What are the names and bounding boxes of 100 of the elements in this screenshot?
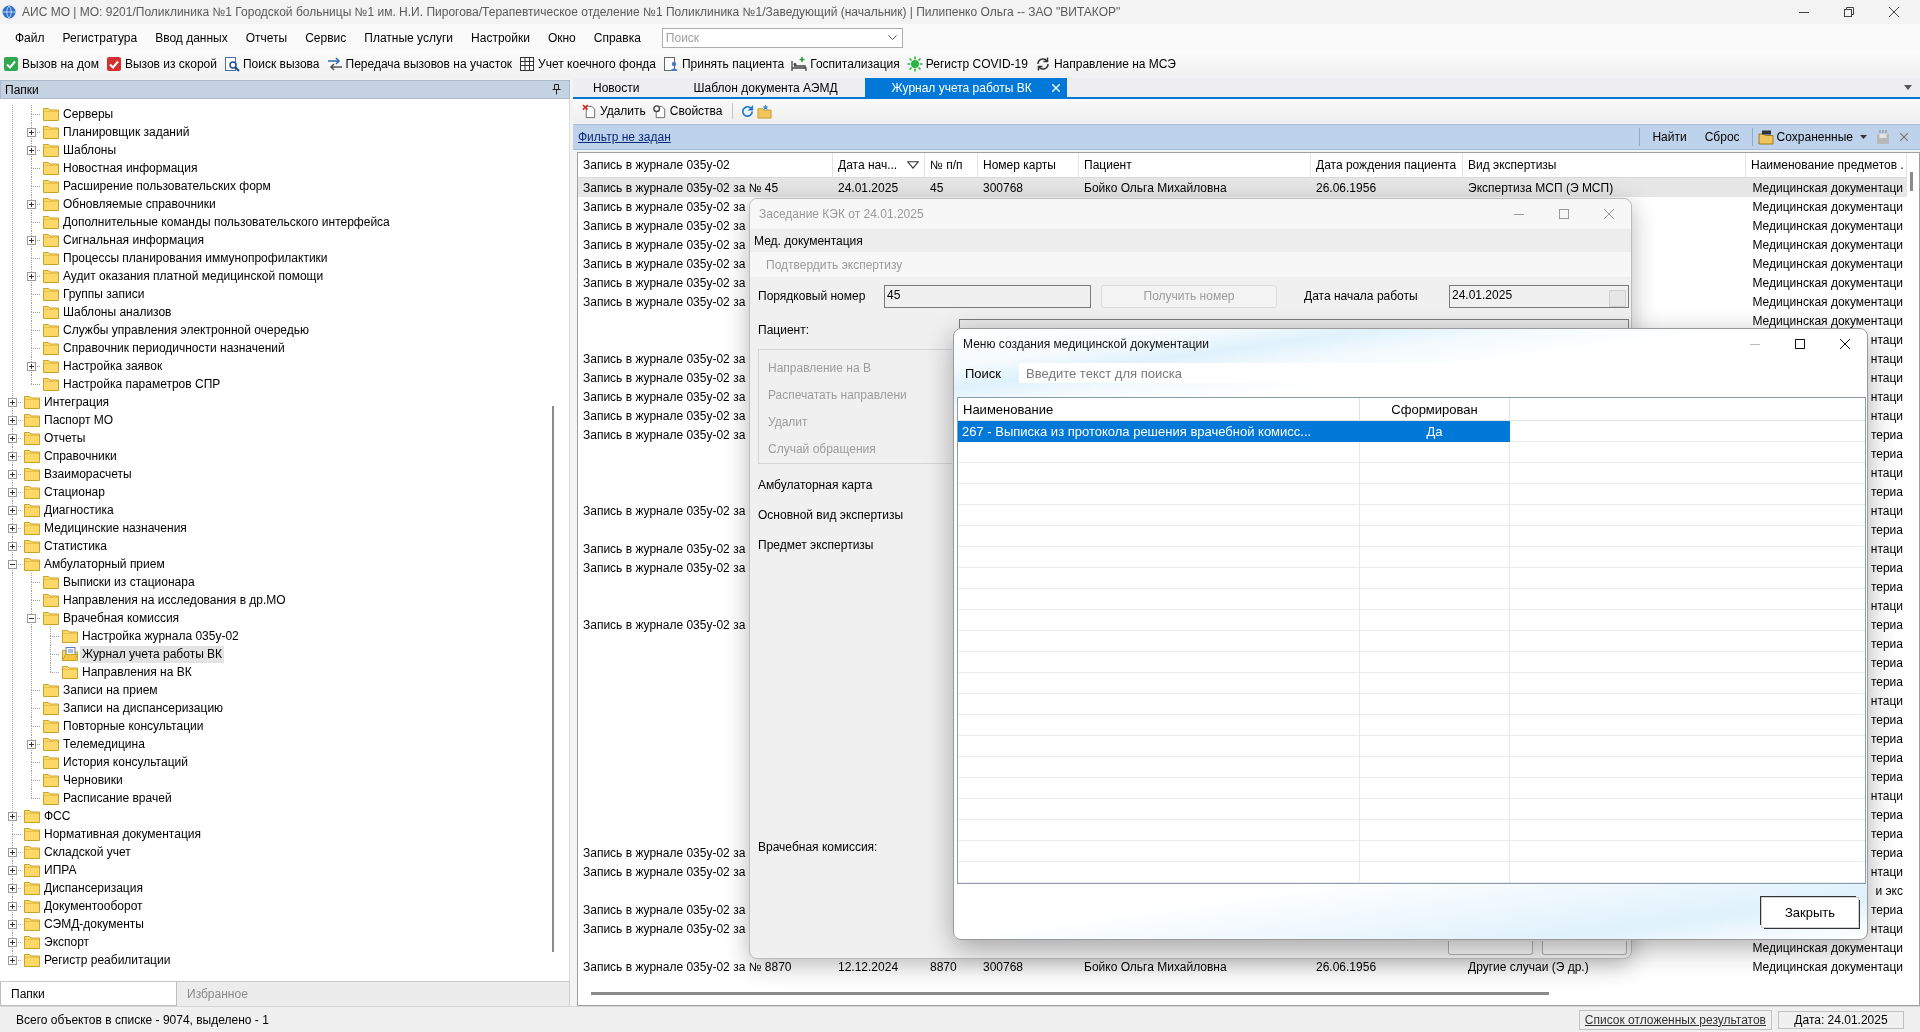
tree-item[interactable]: Шаблоны xyxy=(61,141,119,159)
tree-item[interactable]: История консультаций xyxy=(61,753,190,771)
tab[interactable]: Шаблон документа АЭМД xyxy=(666,78,865,97)
column-header[interactable]: Дата нач... xyxy=(833,153,925,177)
expand-icon[interactable] xyxy=(8,452,17,461)
tree-item[interactable]: Взаиморасчеты xyxy=(42,465,134,483)
menu-item[interactable]: Мед. документация xyxy=(754,233,863,248)
tree-item[interactable]: Справочник периодичности назначений xyxy=(61,339,287,357)
table-row[interactable]: Запись в журнале 035у-02 за № 45 24.01.2025 45 300768 Бойко Ольга Михайловна 26.06.1956 Экспертиза МСП (Э МСП) Медицинская документаци xyxy=(578,178,1907,197)
tree-item[interactable]: Выписки из стационара xyxy=(61,573,197,591)
tree-item[interactable]: Повторные консультации xyxy=(61,717,206,735)
toolbar-button[interactable]: Удалить xyxy=(580,103,648,119)
tree-item[interactable]: Направления на исследования в др.МО xyxy=(61,591,288,609)
tree-item[interactable]: Регистр реабилитации xyxy=(42,951,173,969)
tree-item[interactable]: Паспорт МО xyxy=(42,411,116,429)
tree-item[interactable]: Сигнальная информация xyxy=(61,231,206,249)
tree-item[interactable]: Группы записи xyxy=(61,285,147,303)
tree-item[interactable]: Статистика xyxy=(42,537,110,555)
tree-item[interactable]: Направления на ВК xyxy=(80,663,194,681)
expand-icon[interactable] xyxy=(27,146,36,155)
menu-item[interactable]: Регистратура xyxy=(53,30,147,45)
tree-item[interactable]: Отчеты xyxy=(42,429,88,447)
expand-icon[interactable] xyxy=(8,542,17,551)
maximize-icon[interactable] xyxy=(1795,339,1805,349)
refresh-icon[interactable] xyxy=(739,103,755,119)
tree-item[interactable]: Записи на диспансеризацию xyxy=(61,699,226,717)
tree-item[interactable]: Журнал учета работы ВК xyxy=(80,645,225,663)
expand-icon[interactable] xyxy=(8,920,17,929)
expand-icon[interactable] xyxy=(27,128,36,137)
scrollbar[interactable] xyxy=(1910,172,1913,191)
tab[interactable]: Папки xyxy=(0,982,177,1006)
column-header[interactable]: Пациент xyxy=(1079,153,1311,177)
expand-icon[interactable] xyxy=(8,470,17,479)
tree-item[interactable]: Обновляемые справочники xyxy=(61,195,218,213)
tree-item[interactable]: Серверы xyxy=(61,105,116,123)
collapse-icon[interactable] xyxy=(8,560,17,569)
expand-icon[interactable] xyxy=(8,434,17,443)
toolbar-button[interactable]: Госпитализация xyxy=(788,53,903,75)
expand-icon[interactable] xyxy=(8,524,17,533)
tree-item[interactable]: ФСС xyxy=(42,807,73,825)
close-icon[interactable] xyxy=(1840,339,1850,349)
column-header[interactable]: Дата рождения пациента xyxy=(1311,153,1463,177)
menu-item[interactable]: Отчеты xyxy=(236,30,297,45)
toolbar-button[interactable]: Вызов на дом xyxy=(0,53,102,75)
saved-filters-button[interactable]: Сохраненные xyxy=(1755,126,1869,148)
toolbar-button[interactable]: Учет коечного фонда xyxy=(516,53,659,75)
close-icon[interactable] xyxy=(1889,7,1899,17)
expand-icon[interactable] xyxy=(27,272,36,281)
tab[interactable]: Журнал учета работы ВК xyxy=(864,78,1067,97)
tree-item[interactable]: Интеграция xyxy=(42,393,112,411)
chevron-icon[interactable] xyxy=(887,34,897,41)
column-header[interactable]: Наименование xyxy=(958,398,1360,420)
tree-item[interactable]: Аудит оказания платной медицинской помощи xyxy=(61,267,326,285)
tree-item[interactable]: Расписание врачей xyxy=(61,789,174,807)
tree-item[interactable]: Настройка параметров СПР xyxy=(61,375,223,393)
tree-item[interactable]: Стационар xyxy=(42,483,107,501)
expand-icon[interactable] xyxy=(8,938,17,947)
expand-icon[interactable] xyxy=(27,236,36,245)
toolbar-button[interactable]: Вызов из скорой xyxy=(102,53,220,75)
collapse-icon[interactable] xyxy=(27,614,36,623)
expand-icon[interactable] xyxy=(27,740,36,749)
tree-item[interactable]: Шаблоны анализов xyxy=(61,303,174,321)
patient-field[interactable] xyxy=(959,319,1629,328)
menu-item[interactable]: Платные услуги xyxy=(355,30,463,45)
toolbar-button[interactable]: Регистр COVID-19 xyxy=(903,53,1031,75)
tree-item[interactable]: Медицинские назначения xyxy=(42,519,189,537)
toolbar-button[interactable]: Свойства xyxy=(649,103,725,119)
expand-icon[interactable] xyxy=(8,866,17,875)
column-header[interactable]: Номер карты xyxy=(978,153,1079,177)
tab[interactable]: Новости xyxy=(573,78,667,97)
expand-icon[interactable] xyxy=(8,488,17,497)
table-row[interactable]: Запись в журнале 035у-02 за № 8870 12.12.2024 8870 300768 Бойко Ольга Михайловна 26.06.1956 Другие случаи (Э др.) Медицинская документаци xyxy=(578,957,1907,976)
column-header[interactable]: Вид экспертизы xyxy=(1463,153,1746,177)
folder-icon[interactable] xyxy=(756,103,772,119)
toolbar-button[interactable]: Передача вызовов на участок xyxy=(323,53,516,75)
filter-link[interactable]: Фильтр не задан xyxy=(578,130,671,144)
menu-item[interactable]: Сервис xyxy=(296,30,356,45)
column-header[interactable]: Запись в журнале 035у-02 xyxy=(578,153,833,177)
expand-icon[interactable] xyxy=(8,956,17,965)
table-row[interactable]: 267 - Выписка из протокола решения врачебной комисс... Да xyxy=(958,421,1510,442)
expand-icon[interactable] xyxy=(8,416,17,425)
tree-item[interactable]: Амбулаторный прием xyxy=(42,555,167,573)
expand-icon[interactable] xyxy=(8,812,17,821)
tree-item[interactable]: ИПРА xyxy=(42,861,79,879)
toolbar-button[interactable]: Принять пациента xyxy=(659,53,788,75)
reset-button[interactable]: Сброс xyxy=(1695,126,1749,148)
menu-item[interactable]: Настройки xyxy=(462,30,539,45)
search-field[interactable]: Поиск xyxy=(661,27,903,48)
find-button[interactable]: Найти xyxy=(1643,126,1696,148)
tree-item[interactable]: Складской учет xyxy=(42,843,133,861)
tree-item[interactable]: Нормативная документация xyxy=(42,825,203,843)
expand-icon[interactable] xyxy=(8,884,17,893)
tree-item[interactable]: Записи на прием xyxy=(61,681,160,699)
close-button[interactable]: Закрыть xyxy=(1761,897,1859,928)
scrollbar[interactable] xyxy=(591,992,1549,995)
tree-item[interactable]: Службы управления электронной очередью xyxy=(61,321,311,339)
toolbar-button[interactable]: Поиск вызова xyxy=(221,53,323,75)
column-header[interactable]: № п/п xyxy=(925,153,978,177)
tree-item[interactable]: Дополнительные команды пользовательского интерфейса xyxy=(61,213,392,231)
tree-item[interactable]: СЭМД-документы xyxy=(42,915,146,933)
